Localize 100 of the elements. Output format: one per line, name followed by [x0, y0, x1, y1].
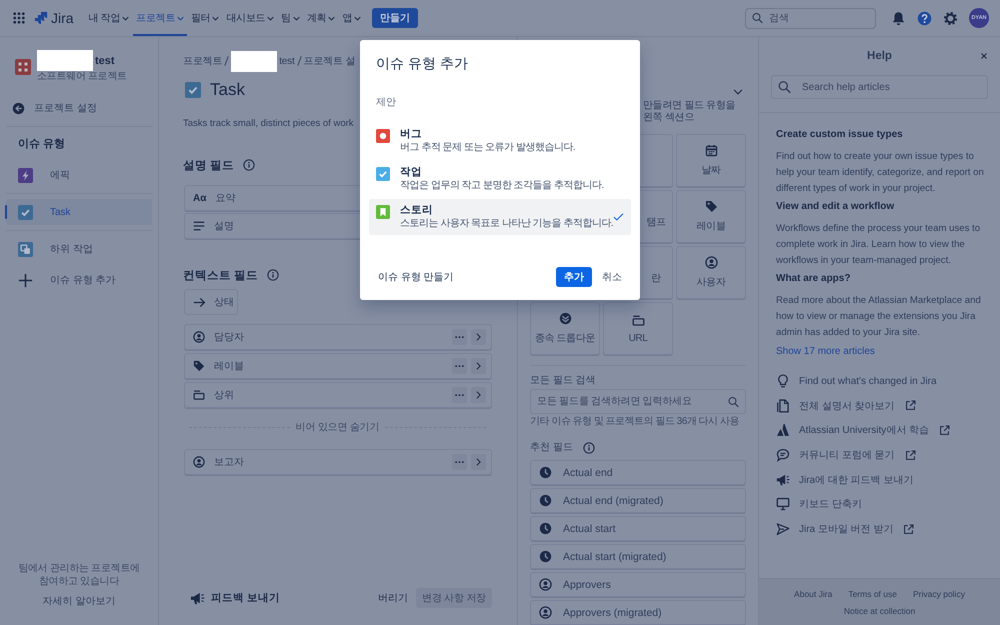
help-search-field[interactable]: Search help articles	[771, 75, 988, 99]
divider-label: 비어 있으면 숨기기	[296, 421, 380, 434]
more-button[interactable]	[452, 358, 467, 374]
footer-link[interactable]: Notice at collection	[844, 605, 916, 617]
article-title[interactable]: Create custom issue types	[776, 128, 903, 142]
sidebar-footer-text: 팀에서 관리하는 프로젝트에 참여하고 있습니다	[17, 562, 141, 588]
field-row[interactable]: 보고자	[184, 449, 492, 475]
app-grid-icon[interactable]	[13, 12, 25, 24]
footer-link[interactable]: Privacy policy	[912, 588, 965, 600]
more-icon	[455, 394, 464, 396]
suggested-field[interactable]: Approvers	[530, 572, 746, 597]
issue-type-option[interactable]: 스토리 스토리는 사용자 목표로 나타난 기능을 추적합니다.	[369, 199, 631, 235]
tile-label: 란	[651, 272, 661, 286]
nav-menu-item[interactable]: 프로젝트	[133, 0, 187, 36]
article-title[interactable]: What are apps?	[776, 272, 850, 286]
issue-type-option[interactable]: 버그 버그 추적 문제 또는 오류가 발생했습니다.	[369, 123, 631, 159]
chevron-down-icon[interactable]	[733, 89, 743, 95]
discard-button[interactable]: 버리기	[376, 588, 410, 608]
help-link[interactable]: Jira 모바일 버전 받기	[776, 520, 914, 538]
sidebar-item[interactable]: 이슈 유형 추가	[6, 267, 152, 293]
footer-link[interactable]: About Jira	[794, 588, 832, 600]
user-icon	[539, 606, 552, 619]
help-icon[interactable]	[917, 10, 932, 26]
logo-text[interactable]: Jira	[51, 10, 74, 26]
overlapping-squares-icon	[18, 242, 33, 256]
caret-icon	[267, 16, 274, 20]
create-issue-type-button[interactable]: 이슈 유형 만들기	[374, 267, 458, 287]
field-row[interactable]: 상위	[184, 382, 492, 408]
megaphone-icon	[190, 590, 205, 606]
help-link[interactable]: Jira에 대한 피드백 보내기	[776, 470, 914, 489]
bell-icon[interactable]	[891, 10, 906, 26]
more-button[interactable]	[452, 387, 467, 403]
field-type-tile[interactable]: 사용자	[676, 246, 746, 300]
expand-button[interactable]	[471, 329, 486, 345]
help-link[interactable]: 전체 설명서 찾아보기	[776, 396, 916, 415]
sidebar-item[interactable]: 에픽	[6, 162, 152, 188]
help-link[interactable]: Find out what's changed in Jira	[776, 372, 937, 390]
dialog-title: 이슈 유형 추가	[376, 54, 468, 72]
logo-icon[interactable]	[34, 11, 48, 25]
field-label: 상태	[214, 296, 234, 309]
nav-menu-item[interactable]: 내 작업	[86, 0, 132, 36]
article-summary: Find out how to create your own issue types to help your team identify, categorize, and report on different types of work in your project.	[776, 150, 985, 196]
field-label: Approvers	[563, 578, 611, 590]
sidebar-item[interactable]: Task	[6, 199, 152, 225]
layers-icon	[193, 389, 205, 401]
suggested-field[interactable]: Actual end	[530, 460, 746, 485]
field-type-tile[interactable]: 날짜	[676, 134, 746, 188]
section-heading: 추천 필드	[530, 442, 573, 454]
field-type-tile[interactable]: 종속 드롭다운	[530, 302, 600, 356]
info-icon[interactable]	[267, 269, 280, 281]
help-link[interactable]: 키보드 단축키	[776, 495, 862, 514]
suggested-field[interactable]: Actual start	[530, 516, 746, 541]
field-label: Actual end (migrated)	[563, 494, 664, 506]
sidebar-item[interactable]: 하위 작업	[6, 236, 152, 262]
nav-menu-item[interactable]: 계획	[304, 0, 338, 36]
clock-icon	[539, 522, 552, 535]
nav-menu-item[interactable]: 팀	[278, 0, 303, 36]
info-icon[interactable]	[582, 442, 595, 454]
cancel-button[interactable]: 취소	[594, 267, 630, 287]
close-icon[interactable]	[980, 52, 988, 60]
breadcrumb-link[interactable]: 프로젝트 설	[304, 54, 356, 68]
project-type: 소프트웨어 프로젝트	[37, 71, 127, 83]
breadcrumb-link[interactable]: 프로젝트	[183, 54, 222, 68]
field-label: Approvers (migrated)	[563, 606, 662, 618]
tile-label: 날짜	[701, 164, 721, 178]
nav-menu-item[interactable]: 필터	[188, 0, 222, 36]
back-link[interactable]: 프로젝트 설정	[6, 101, 97, 115]
suggested-field[interactable]: Actual start (migrated)	[530, 544, 746, 569]
field-type-tile[interactable]: URL	[603, 302, 673, 356]
learn-more-link[interactable]: 자세히 알아보기	[42, 594, 116, 608]
article-title[interactable]: View and edit a workflow	[776, 200, 894, 214]
create-button[interactable]: 만들기	[372, 8, 418, 28]
help-link[interactable]: 커뮤니티 포럼에 묻기	[776, 446, 916, 464]
expand-button[interactable]	[471, 358, 486, 374]
expand-button[interactable]	[471, 387, 486, 403]
nav-menu-item[interactable]: 대시보드	[223, 0, 278, 36]
field-type-tile[interactable]: 레이블	[676, 190, 746, 244]
footer-link[interactable]: Terms of use	[848, 588, 897, 600]
tile-label: 종속 드롭다운	[535, 332, 595, 346]
info-icon[interactable]	[243, 159, 256, 171]
status-field[interactable]: 상태	[184, 289, 238, 315]
expand-button[interactable]	[471, 454, 486, 470]
field-row[interactable]: 담당자	[184, 324, 492, 350]
field-search[interactable]: 모든 필드를 검색하려면 입력하세요	[530, 389, 746, 414]
more-button[interactable]	[452, 329, 467, 345]
search-field[interactable]: 검색	[745, 8, 876, 28]
suggested-field[interactable]: Actual end (migrated)	[530, 488, 746, 513]
more-button[interactable]	[452, 454, 467, 470]
field-row[interactable]: 레이블	[184, 353, 492, 379]
nav-menu-item[interactable]: 앱	[339, 0, 364, 36]
caret-icon	[292, 16, 300, 20]
feedback-link[interactable]: 피드백 보내기	[190, 590, 280, 606]
tile-label: 사용자	[696, 276, 726, 290]
add-button[interactable]: 추가	[556, 267, 592, 287]
help-link[interactable]: Atlassian University에서 학습	[776, 421, 950, 440]
breadcrumb-link[interactable]: test	[279, 56, 295, 66]
settings-icon[interactable]	[943, 10, 958, 26]
more-articles-link[interactable]: Show 17 more articles	[776, 345, 875, 359]
user-icon	[193, 331, 205, 343]
suggested-field[interactable]: Approvers (migrated)	[530, 600, 746, 625]
